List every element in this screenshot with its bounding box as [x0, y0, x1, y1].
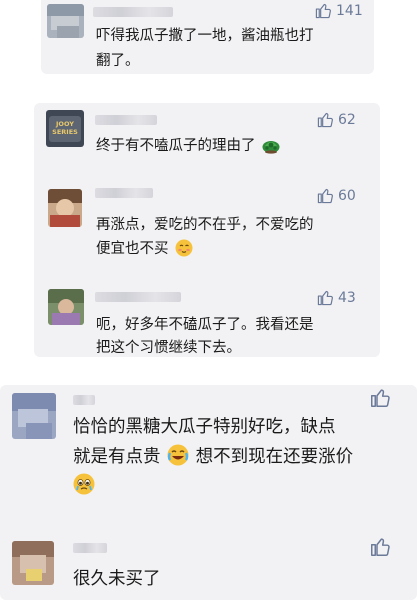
comment-item: 43 呃，好多年不磕瓜子了。我看还是 把这个习惯继续下去。 — [34, 279, 380, 357]
avatar[interactable] — [48, 289, 84, 325]
avatar-logo-text: JOOY SERIES — [52, 120, 78, 136]
like-button[interactable]: 43 — [317, 289, 356, 306]
thumbs-up-icon — [317, 187, 334, 204]
avatar[interactable] — [47, 4, 84, 38]
thumbs-up-icon — [370, 387, 391, 408]
username-blurred — [95, 292, 181, 302]
username-blurred — [95, 115, 157, 125]
comment-card: JOOY SERIES 62 终于有不嗑瓜子的理由了 60 再涨点，爱吃的不在乎… — [34, 103, 380, 357]
like-button[interactable]: 60 — [317, 187, 356, 204]
like-count: 62 — [338, 111, 356, 128]
username-blurred — [93, 7, 173, 17]
crying-laughing-emoji-icon — [167, 444, 189, 466]
like-button[interactable] — [370, 536, 395, 557]
like-count: 141 — [336, 2, 363, 19]
username-blurred — [95, 188, 153, 198]
avatar[interactable]: JOOY SERIES — [46, 110, 84, 147]
comment-item: 141 吓得我瓜子撒了一地，酱油瓶也打 翻了。 — [41, 0, 374, 74]
username-blurred — [73, 395, 95, 405]
comment-text-line: 很久未买了 — [73, 569, 161, 589]
comment-text: 终于有不嗑瓜子的理由了 — [96, 134, 281, 155]
comment-text-line: 就是有点贵 — [73, 447, 161, 467]
like-count: 60 — [338, 187, 356, 204]
like-button[interactable]: 141 — [315, 2, 363, 19]
turtle-emoji-icon — [261, 136, 281, 154]
thumbs-up-icon — [317, 111, 334, 128]
comment-card: 恰恰的黑糖大瓜子特别好吃，缺点 就是有点贵 想不到现在还要涨价 很久未买了 — [0, 385, 417, 600]
comment-text-line: 再涨点，爱吃的不在乎，不爱吃的 — [96, 217, 314, 233]
like-count: 43 — [338, 289, 356, 306]
comment-text: 便宜也不买 — [96, 237, 193, 258]
comment-item: JOOY SERIES 62 终于有不嗑瓜子的理由了 — [34, 103, 380, 168]
comment-text-line: 想不到现在还要涨价 — [195, 447, 354, 467]
comment-text-line: 恰恰的黑糖大瓜子特别好吃，缺点 — [73, 417, 336, 437]
comment-emoji-line — [73, 473, 95, 495]
like-button[interactable] — [370, 387, 395, 408]
username-blurred — [73, 543, 107, 553]
blushing-emoji-icon — [175, 239, 193, 257]
comment-item: 很久未买了 — [0, 535, 417, 595]
like-button[interactable]: 62 — [317, 111, 356, 128]
comment-text-line: 终于有不嗑瓜子的理由了 — [96, 138, 256, 154]
comment-text-line: 翻了。 — [96, 53, 140, 69]
avatar[interactable] — [12, 541, 54, 585]
teary-emoji-icon — [73, 473, 95, 495]
comment-item: 60 再涨点，爱吃的不在乎，不爱吃的 便宜也不买 — [34, 175, 380, 267]
comment-text-line: 吓得我瓜子撒了一地，酱油瓶也打 — [96, 28, 314, 44]
comment-item: 恰恰的黑糖大瓜子特别好吃，缺点 就是有点贵 想不到现在还要涨价 — [0, 385, 417, 503]
thumbs-up-icon — [317, 289, 334, 306]
avatar[interactable] — [12, 393, 56, 439]
comment-text-line: 呃，好多年不磕瓜子了。我看还是 — [96, 317, 314, 333]
thumbs-up-icon — [315, 2, 332, 19]
comment-text-line: 便宜也不买 — [96, 241, 169, 257]
comment-card: 141 吓得我瓜子撒了一地，酱油瓶也打 翻了。 — [41, 0, 374, 74]
comment-text-line: 把这个习惯继续下去。 — [96, 340, 241, 356]
comment-text: 就是有点贵 想不到现在还要涨价 — [73, 443, 353, 468]
thumbs-up-icon — [370, 536, 391, 557]
avatar[interactable] — [48, 189, 82, 227]
